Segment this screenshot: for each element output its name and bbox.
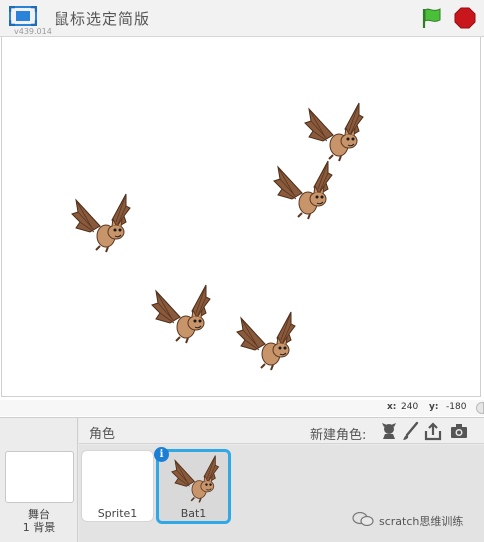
stage-label-title: 舞台 — [28, 508, 50, 521]
bat-thumbnail-icon — [171, 454, 220, 504]
watermark-text: scratch思维训练 — [379, 515, 464, 528]
stage-selector[interactable]: 舞台 1 背景 — [0, 418, 78, 542]
x-value: 240 — [401, 402, 419, 412]
sprite-library-icon[interactable] — [379, 421, 399, 441]
stage-size-toggle[interactable] — [476, 402, 484, 414]
project-title: 鼠标选定简版 — [54, 10, 151, 28]
fullscreen-icon[interactable] — [9, 6, 37, 26]
sprite-thumbnail-sprite1[interactable]: Sprite1 — [81, 450, 154, 522]
paintbrush-icon[interactable] — [401, 421, 421, 441]
stage-label: 舞台 1 背景 — [0, 508, 78, 534]
sprite-name: Bat1 — [180, 507, 207, 520]
green-flag-icon[interactable] — [420, 6, 444, 30]
wechat-icon — [352, 512, 374, 526]
x-label: x: — [387, 402, 397, 412]
y-value: -180 — [446, 402, 467, 412]
sprites-header: 角色 新建角色: — [79, 418, 484, 444]
y-label: y: — [429, 402, 439, 412]
version-label: v439.014 — [14, 27, 52, 36]
stage-label-backdrops: 1 背景 — [22, 521, 56, 534]
scratch-player: 鼠标选定简版 v439.014 x: 240 y: -180 舞台 1 背景 角… — [0, 0, 484, 542]
sprite-info-icon[interactable]: i — [154, 447, 169, 462]
stage[interactable] — [1, 37, 481, 397]
bat-sprite[interactable] — [304, 102, 364, 162]
camera-icon[interactable] — [449, 421, 469, 441]
mouse-coordinates: x: 240 y: -180 — [0, 400, 484, 416]
bat-sprite[interactable] — [151, 284, 211, 344]
stage-thumbnail[interactable] — [5, 451, 74, 503]
upload-icon[interactable] — [423, 421, 443, 441]
bat-sprite[interactable] — [236, 311, 296, 371]
new-sprite-label: 新建角色: — [310, 428, 367, 443]
stage-canvas — [71, 102, 364, 371]
sprite-name: Sprite1 — [97, 507, 138, 520]
bat-sprite[interactable] — [71, 193, 131, 253]
bat-sprite[interactable] — [273, 160, 333, 220]
stop-icon[interactable] — [453, 6, 477, 30]
top-bar: 鼠标选定简版 v439.014 — [0, 0, 484, 37]
sprite-thumbnail-bat1[interactable]: Bat1 — [156, 449, 231, 524]
sprites-title: 角色 — [89, 427, 116, 442]
